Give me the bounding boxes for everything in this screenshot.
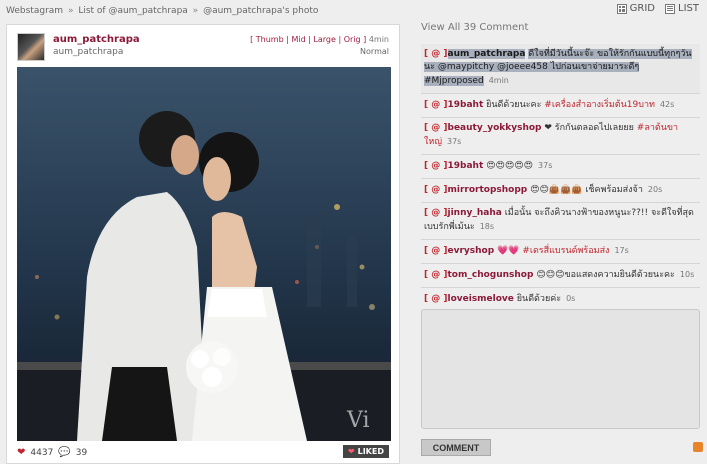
liked-button[interactable]: ❤ LIKED (342, 445, 389, 458)
reply-at-button[interactable]: [ @ ] (424, 293, 448, 306)
comment-text-part: 💗💗 (497, 246, 523, 256)
comment-text-part: ยินดีด้วยนะคะ (486, 100, 542, 110)
comment-username-link[interactable]: 19baht (448, 161, 484, 171)
hashtag-link[interactable]: #Mjproposed (424, 76, 484, 86)
comment-text: ยินดีด้วยนะคะ #เครื่องสำอางเริ่มต้น19บาท (486, 100, 655, 110)
reply-at-button[interactable]: [ @ ] (424, 245, 448, 258)
comment-text-part: เช็คพร้อมส่งจ้า (585, 185, 643, 195)
breadcrumb-photo-link[interactable]: @aum_patchrapa's photo (203, 6, 318, 16)
comment-text: 😍😊👜👜👜 เช็คพร้อมส่งจ้า (530, 185, 643, 195)
comment-username-link[interactable]: beauty_yokkyshop (448, 123, 542, 133)
comment-text-part: 😍😍😍😍😍 (486, 161, 534, 171)
filter-name: Normal (360, 47, 389, 56)
comment-text: ยินดีด้วยค่ะ (517, 294, 561, 304)
comment-item: [ @ ] loveismelove ยินดีด้วยค่ะ 0s (421, 287, 700, 311)
comment-item: [ @ ] tom_chogunshop 😊😊😊ขอแสดงความยินดีด… (421, 263, 700, 287)
view-all-comments-link[interactable]: View All 39 Comment (421, 22, 528, 33)
size-links[interactable]: [ Thumb | Mid | Large | Orig ] (250, 35, 366, 44)
hashtag-link[interactable]: #เดรสี่แบรนด์พร้อมส่ง (522, 246, 609, 256)
reply-at-button[interactable]: [ @ ] (424, 207, 448, 220)
breadcrumb-separator: » (67, 6, 74, 16)
comment-textarea[interactable] (421, 309, 700, 429)
comment-username-link[interactable]: evryshop (448, 246, 495, 256)
user-fullname: aum_patchrapa (53, 47, 124, 57)
comment-time: 17s (614, 246, 629, 255)
reply-at-button[interactable]: [ @ ] (424, 269, 448, 282)
comment-item: [ @ ] beauty_yokkyshop ❤ รักกันตลอดไปเลย… (421, 117, 700, 154)
hashtag-link[interactable]: #เครื่องสำอางเริ่มต้น19บาท (544, 100, 655, 110)
comment-text: 💗💗 #เดรสี่แบรนด์พร้อมส่ง (497, 246, 609, 256)
main-photo[interactable]: Vi (17, 67, 391, 441)
avatar[interactable] (17, 33, 45, 61)
comment-time: 18s (479, 222, 495, 231)
comment-item: [ @ ] 19baht 😍😍😍😍😍 37s (421, 154, 700, 178)
comment-time: 4min (488, 76, 509, 85)
comment-text: 😊😊😊ขอแสดงความยินดีด้วยนะคะ (536, 270, 675, 280)
comment-username-link[interactable]: tom_chogunshop (448, 270, 534, 280)
liked-label: LIKED (357, 447, 384, 456)
comments-count: 39 (75, 447, 88, 458)
reply-at-button[interactable]: [ @ ] (424, 184, 448, 197)
comment-item: [ @ ] 19baht ยินดีด้วยนะคะ #เครื่องสำอาง… (421, 93, 700, 117)
comment-list: [ @ ] aum_patchrapa ดีใจที่มีวันนี้นะจ๊ะ… (421, 44, 700, 311)
comment-item: [ @ ] evryshop 💗💗 #เดรสี่แบรนด์พร้อมส่ง 1… (421, 239, 700, 263)
comment-username-link[interactable]: aum_patchrapa (447, 49, 526, 59)
comment-item: [ @ ] jinny_haha เมื่อนั้น จะถึงคิวนางฟ้… (421, 202, 700, 239)
breadcrumb: Webstagram » List of @aum_patchrapa » @a… (6, 6, 318, 16)
comment-username-link[interactable]: loveismelove (448, 294, 514, 304)
comment-button[interactable]: COMMENT (421, 439, 491, 456)
breadcrumb-list-link[interactable]: List of @aum_patchrapa (78, 6, 187, 16)
heart-icon: ❤ (347, 447, 355, 456)
comment-username-link[interactable]: jinny_haha (448, 208, 502, 218)
comment-text-part: 😊😊😊ขอแสดงความยินดีด้วยนะคะ (536, 270, 675, 280)
reply-at-button[interactable]: [ @ ] (424, 99, 448, 112)
reply-at-button[interactable]: [ @ ] (424, 48, 448, 61)
comment-item: [ @ ] aum_patchrapa ดีใจที่มีวันนี้นะจ๊ะ… (421, 44, 700, 93)
reply-at-button[interactable]: [ @ ] (424, 122, 448, 135)
comment-time: 10s (679, 270, 695, 279)
comments-sidebar: View All 39 Comment [ @ ] aum_patchrapa … (421, 0, 707, 458)
reply-at-button[interactable]: [ @ ] (424, 160, 448, 173)
svg-text:Vi: Vi (346, 408, 370, 433)
comment-item: [ @ ] mirrortopshopp 😍😊👜👜👜 เช็คพร้อมส่งจ… (421, 178, 700, 202)
photo-stats: ❤ 4437 💬 39 (17, 447, 87, 458)
comment-time: 37s (538, 161, 553, 170)
comment-time: 0s (566, 294, 576, 303)
comment-text-part: ❤ รักกันตลอดไปเลยยย (544, 123, 634, 133)
breadcrumb-separator: » (192, 6, 199, 16)
photo-card: aum_patchrapa aum_patchrapa [ Thumb | Mi… (6, 24, 400, 464)
post-time: 4min (368, 35, 389, 44)
comment-text: 😍😍😍😍😍 (486, 161, 533, 171)
heart-icon: ❤ (17, 447, 26, 458)
comment-username-link[interactable]: mirrortopshopp (448, 185, 528, 195)
wedding-photo-image: Vi (17, 67, 391, 441)
comment-username-link[interactable]: 19baht (448, 100, 484, 110)
image-size-links: [ Thumb | Mid | Large | Orig ] 4min (250, 35, 389, 44)
comment-time: 42s (659, 100, 675, 109)
breadcrumb-home-link[interactable]: Webstagram (6, 6, 63, 16)
username-link[interactable]: aum_patchrapa (53, 34, 140, 45)
comment-bubble-icon: 💬 (58, 447, 71, 458)
comment-text-part: ยินดีด้วยค่ะ (516, 294, 562, 304)
rss-icon[interactable] (693, 442, 703, 452)
likes-count: 4437 (30, 447, 54, 458)
comment-time: 20s (647, 185, 663, 194)
comment-text-part: 😍😊👜👜👜 (530, 185, 586, 195)
comment-time: 37s (447, 137, 462, 146)
